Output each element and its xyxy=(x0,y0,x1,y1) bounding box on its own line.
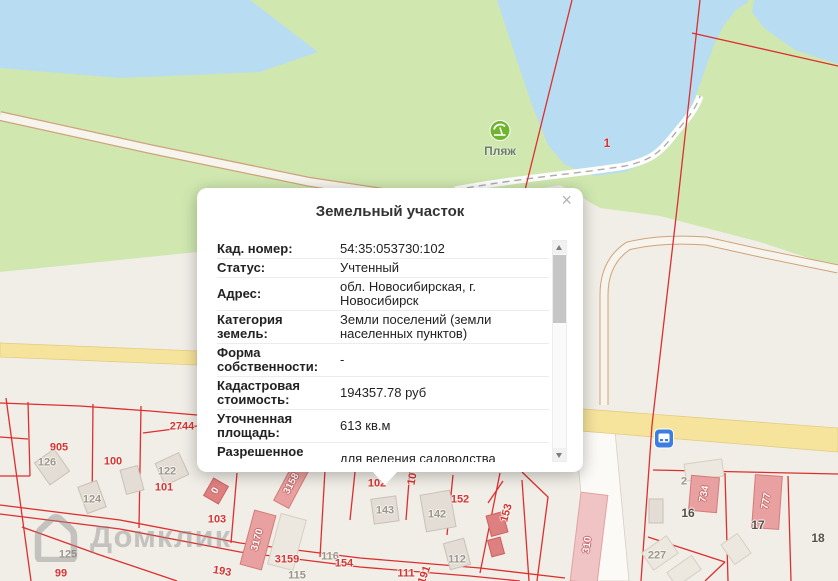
row-label: Статус: xyxy=(217,260,266,275)
popup-title: Земельный участок xyxy=(315,203,465,220)
row-value: 194357.78 руб xyxy=(340,385,427,400)
table-row: Кадастровая стоимость: 194357.78 руб xyxy=(217,377,549,410)
row-label: Адрес: xyxy=(217,286,262,301)
row-label: Кад. номер: xyxy=(217,241,293,256)
table-row: Разрешенное использование: для ведения с… xyxy=(217,443,549,463)
row-label: Уточненная площадь: xyxy=(217,411,293,440)
row-value: обл. Новосибирская, г. Новосибирск xyxy=(340,279,476,308)
row-label: Кадастровая стоимость: xyxy=(217,378,300,407)
row-value: 54:35:053730:102 xyxy=(340,241,445,256)
scroll-down-button[interactable] xyxy=(553,448,566,461)
row-value: Учтенный xyxy=(340,260,400,275)
row-value: 613 кв.м xyxy=(340,418,391,433)
row-label: Категория земель: xyxy=(217,312,283,341)
parcel-attributes-table: Кад. номер: 54:35:053730:102 Статус: Учт… xyxy=(217,240,549,462)
parcel-info-popup: × Земельный участок Кад. номер: 54:35:05… xyxy=(197,188,583,485)
beach-umbrella-icon xyxy=(489,120,511,147)
row-value: Земли поселений (земли населенных пункто… xyxy=(340,312,492,341)
row-value: - xyxy=(340,352,345,367)
scrollbar-thumb[interactable] xyxy=(553,255,566,323)
close-icon[interactable]: × xyxy=(561,191,572,209)
table-row: Статус: Учтенный xyxy=(217,259,549,278)
popup-tail xyxy=(372,471,398,485)
cadastral-map-app: 905 126 100 122 101 124 2744 103 125 99 193 3159 315… xyxy=(0,0,838,581)
beach-label: Пляж xyxy=(484,144,516,158)
row-label: Разрешенное использование: xyxy=(217,444,320,463)
scroll-up-button[interactable] xyxy=(553,241,566,254)
table-row: Уточненная площадь: 613 кв.м xyxy=(217,410,549,443)
row-label: Форма собственности: xyxy=(217,345,319,374)
table-row: Кад. номер: 54:35:053730:102 xyxy=(217,240,549,259)
row-value: для ведения садоводства xyxy=(340,451,496,463)
bus-stop-sign-icon xyxy=(654,428,674,454)
table-row: Форма собственности: - xyxy=(217,344,549,377)
table-row: Адрес: обл. Новосибирская, г. Новосибирс… xyxy=(217,278,549,311)
table-row: Категория земель: Земли поселений (земли… xyxy=(217,311,549,344)
scrollbar[interactable] xyxy=(552,240,567,462)
